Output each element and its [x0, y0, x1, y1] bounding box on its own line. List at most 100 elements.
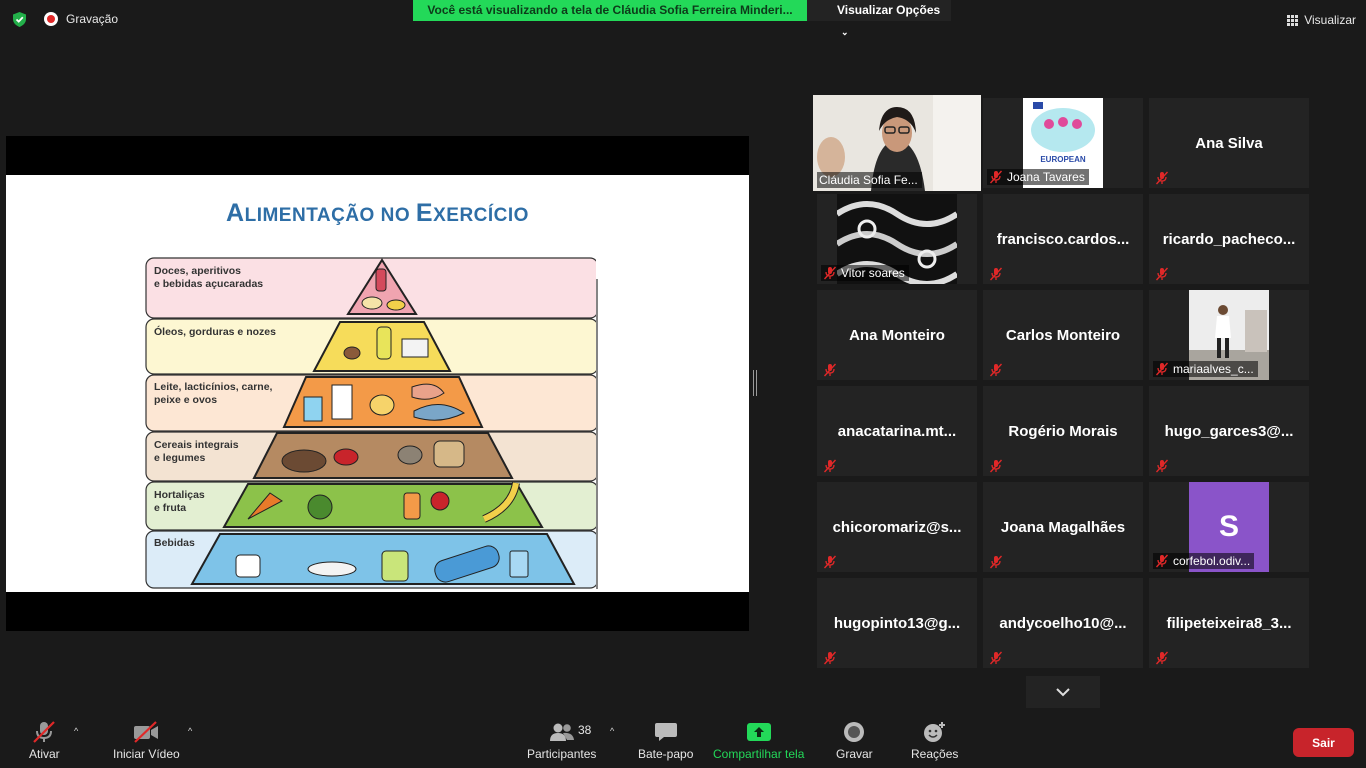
- recording-indicator[interactable]: Gravação: [44, 12, 118, 26]
- level-line: e fruta: [154, 502, 187, 514]
- start-video-label: Iniciar Vídeo: [113, 747, 180, 761]
- participant-name-text: chicoromariz@s...: [832, 518, 962, 536]
- view-button[interactable]: Visualizar: [1287, 9, 1356, 31]
- view-options-label: Visualizar Opções: [837, 3, 941, 17]
- participant-name-text: Cláudia Sofia Fe...: [819, 173, 918, 187]
- view-label: Visualizar: [1304, 13, 1356, 27]
- mic-muted-icon: [1155, 267, 1169, 281]
- participant-caption: corfebol.odiv...: [1153, 553, 1255, 569]
- reactions-button[interactable]: Reações: [911, 720, 958, 761]
- view-options-button[interactable]: Visualizar Opções ⌄: [807, 0, 951, 37]
- chat-icon: [654, 720, 678, 744]
- shared-screen: ALIMENTAÇÃO NO EXERCÍCIO Doces, aperitiv…: [6, 136, 749, 631]
- unmute-button[interactable]: Ativar: [29, 720, 60, 761]
- level-line: Doces, aperitivos: [154, 265, 241, 277]
- chevron-down-icon: [1056, 688, 1070, 697]
- participant-tile[interactable]: Scorfebol.odiv...: [1149, 482, 1309, 572]
- participant-name: francisco.cardos...: [983, 194, 1143, 284]
- participant-name: Ana Silva: [1149, 98, 1309, 188]
- participant-name: hugo_garces3@...: [1149, 386, 1309, 476]
- shield-icon[interactable]: [11, 11, 28, 28]
- picture-text: EUROPEAN: [1040, 155, 1086, 164]
- chat-label: Bate-papo: [638, 747, 694, 761]
- participant-name: Carlos Monteiro: [983, 290, 1143, 380]
- participant-tile[interactable]: Vitor soares: [817, 194, 977, 284]
- recording-label: Gravação: [66, 12, 119, 26]
- panel-resize-handle[interactable]: [753, 370, 757, 396]
- participants-options-caret-icon[interactable]: ^: [610, 726, 614, 736]
- participant-name: ricardo_pacheco...: [1149, 194, 1309, 284]
- title-part: LIMENTAÇÃO NO: [244, 205, 416, 226]
- title-part: A: [226, 199, 245, 227]
- participant-caption: mariaalves_c...: [1153, 361, 1258, 377]
- share-banner: Você está visualizando a tela de Cláudia…: [413, 0, 807, 21]
- start-video-button[interactable]: Iniciar Vídeo: [113, 720, 180, 761]
- participant-name-text: filipeteixeira8_3...: [1166, 614, 1292, 632]
- participant-tile[interactable]: EUROPEAN Joana Tavares: [983, 98, 1143, 188]
- mic-muted-icon: [989, 363, 1003, 377]
- participant-tile[interactable]: hugopinto13@g...: [817, 578, 977, 668]
- level-line: Cereais integrais: [154, 439, 239, 451]
- mic-muted-icon: [989, 459, 1003, 473]
- level-line: Leite, lacticínios, carne,: [154, 381, 273, 393]
- mic-muted-icon: [823, 555, 837, 569]
- participants-label: Participantes: [527, 747, 597, 761]
- chat-button[interactable]: Bate-papo: [638, 720, 693, 761]
- participant-name: Joana Magalhães: [983, 482, 1143, 572]
- participant-name-text: andycoelho10@...: [999, 614, 1127, 632]
- participant-tile[interactable]: Cláudia Sofia Fe...: [813, 95, 981, 191]
- mic-muted-icon: [1155, 554, 1169, 568]
- participant-tile[interactable]: ricardo_pacheco...: [1149, 194, 1309, 284]
- participant-tile[interactable]: anacatarina.mt...: [817, 386, 977, 476]
- mic-muted-icon: [823, 266, 837, 280]
- participant-tile[interactable]: filipeteixeira8_3...: [1149, 578, 1309, 668]
- participant-name-text: ricardo_pacheco...: [1162, 230, 1296, 248]
- level-line: e legumes: [154, 452, 206, 464]
- share-screen-icon: [746, 720, 772, 744]
- participant-name-text: Rogério Morais: [1008, 422, 1118, 440]
- participant-tile[interactable]: Carlos Monteiro: [983, 290, 1143, 380]
- audio-options-caret-icon[interactable]: ^: [74, 726, 78, 736]
- leave-button[interactable]: Sair: [1293, 728, 1354, 757]
- participant-tile[interactable]: Ana Silva: [1149, 98, 1309, 188]
- participant-name-text: francisco.cardos...: [996, 230, 1130, 248]
- participant-name: hugopinto13@g...: [817, 578, 977, 668]
- participant-name-text: Joana Tavares: [1007, 170, 1085, 184]
- participant-name-text: Ana Monteiro: [849, 326, 945, 344]
- participant-name-text: corfebol.odiv...: [1173, 554, 1251, 568]
- top-bar: Gravação Você está visualizando a tela d…: [0, 0, 1366, 40]
- share-screen-label: Compartilhar tela: [713, 747, 805, 761]
- participant-name: Rogério Morais: [983, 386, 1143, 476]
- chevron-down-icon: ⌄: [841, 27, 849, 37]
- title-part: E: [415, 199, 434, 227]
- participant-tile[interactable]: hugo_garces3@...: [1149, 386, 1309, 476]
- level-line: Hortaliças: [154, 489, 205, 501]
- participant-name-text: Carlos Monteiro: [1005, 326, 1121, 344]
- reactions-label: Reações: [911, 747, 959, 761]
- participant-tile[interactable]: Ana Monteiro: [817, 290, 977, 380]
- pyramid-level-label: Cereais integrais e legumes: [154, 439, 289, 465]
- mic-muted-icon: [989, 555, 1003, 569]
- mic-muted-icon: [823, 651, 837, 665]
- presentation-slide: ALIMENTAÇÃO NO EXERCÍCIO Doces, aperitiv…: [6, 175, 749, 592]
- participant-tile[interactable]: andycoelho10@...: [983, 578, 1143, 668]
- participant-tile[interactable]: Joana Magalhães: [983, 482, 1143, 572]
- participant-name: andycoelho10@...: [983, 578, 1143, 668]
- participant-tile[interactable]: Rogério Morais: [983, 386, 1143, 476]
- gallery-next-page-button[interactable]: [1026, 676, 1100, 708]
- participant-caption: Vitor soares: [821, 265, 909, 281]
- slide-title: ALIMENTAÇÃO NO EXERCÍCIO: [6, 199, 749, 228]
- video-options-caret-icon[interactable]: ^: [188, 726, 192, 736]
- participant-tile[interactable]: chicoromariz@s...: [817, 482, 977, 572]
- participant-tile[interactable]: mariaalves_c...: [1149, 290, 1309, 380]
- participant-name: chicoromariz@s...: [817, 482, 977, 572]
- unmute-label: Ativar: [29, 747, 60, 761]
- grid-icon: [1287, 14, 1299, 26]
- title-part: XERCÍCIO: [433, 205, 529, 226]
- record-button[interactable]: Gravar: [836, 720, 873, 761]
- share-screen-button[interactable]: Compartilhar tela: [713, 720, 804, 761]
- mic-muted-icon: [989, 170, 1003, 184]
- mic-muted-icon: [989, 267, 1003, 281]
- participant-tile[interactable]: francisco.cardos...: [983, 194, 1143, 284]
- mic-muted-icon: [823, 363, 837, 377]
